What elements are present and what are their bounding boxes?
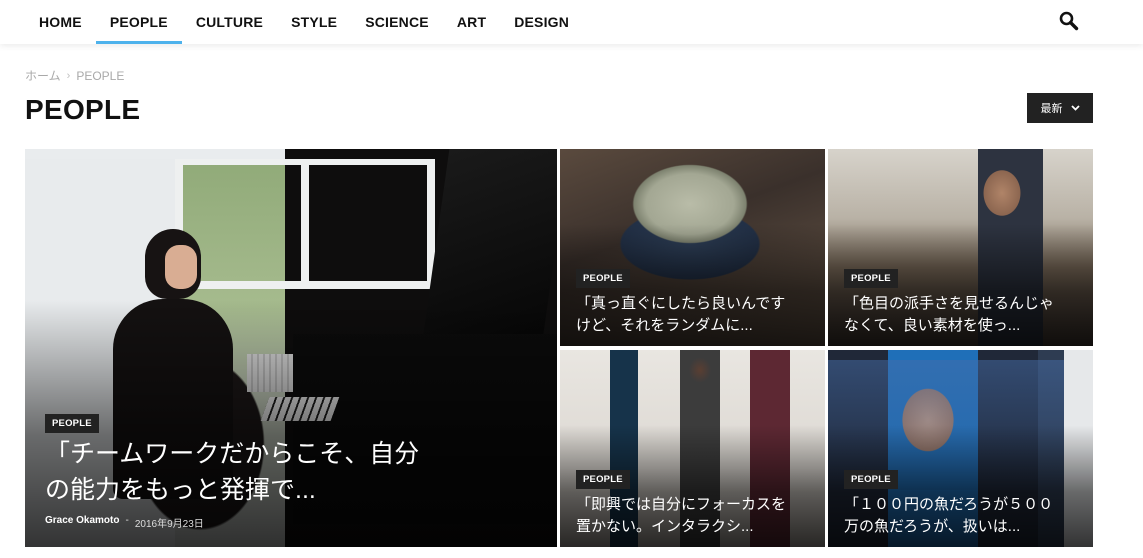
title-line-2: 置かない。インタラクシ... bbox=[576, 517, 754, 535]
sort-label: 最新 bbox=[1040, 103, 1063, 115]
article-title[interactable]: 「１００円の魚だろうが５００ 万の魚だろうが、扱いは... bbox=[844, 494, 1084, 538]
featured-title-line-2: の能力をもっと発揮で... bbox=[45, 476, 316, 505]
article-title[interactable]: 「色目の派手さを見せるんじゃ なくて、良い素材を使っ... bbox=[844, 293, 1084, 337]
featured-title-line-1: 「チームワークだからこそ、自分 bbox=[45, 440, 420, 468]
article-tile[interactable]: PEOPLE 「色目の派手さを見せるんじゃ なくて、良い素材を使っ... bbox=[828, 149, 1093, 346]
featured-article[interactable]: PEOPLE 「チームワークだからこそ、自分 の能力をもっと発揮で... Gra… bbox=[25, 149, 557, 547]
nav-menu: HOME PEOPLE CULTURE STYLE SCIENCE ART DE… bbox=[25, 0, 583, 44]
title-line-2: なくて、良い素材を使っ... bbox=[844, 316, 1021, 334]
publish-date: 2016年9月23日 bbox=[134, 519, 204, 530]
author-name[interactable]: Grace Okamoto bbox=[45, 515, 119, 530]
nav-item-style[interactable]: STYLE bbox=[277, 0, 351, 44]
chevron-right-icon: › bbox=[66, 69, 71, 82]
search-button[interactable] bbox=[1057, 9, 1081, 33]
page-title: PEOPLE bbox=[25, 94, 141, 125]
top-navigation: HOME PEOPLE CULTURE STYLE SCIENCE ART DE… bbox=[0, 0, 1143, 44]
breadcrumb: ホーム › PEOPLE bbox=[25, 67, 124, 84]
search-icon bbox=[1059, 11, 1079, 31]
window-frame bbox=[175, 159, 435, 289]
nav-item-design[interactable]: DESIGN bbox=[500, 0, 583, 44]
nav-item-art[interactable]: ART bbox=[443, 0, 500, 44]
meta-separator: - bbox=[125, 515, 129, 526]
pianist-face bbox=[165, 245, 197, 289]
article-tile[interactable]: PEOPLE 「真っ直ぐにしたら良いんです けど、それをランダムに... bbox=[560, 149, 825, 346]
title-line-1: 「真っ直ぐにしたら良いんです bbox=[576, 295, 786, 312]
nav-item-people[interactable]: PEOPLE bbox=[95, 0, 182, 44]
article-meta: Grace Okamoto - 2016年9月23日 bbox=[45, 515, 204, 530]
sort-dropdown[interactable]: 最新 bbox=[1027, 93, 1093, 123]
featured-article-title[interactable]: 「チームワークだからこそ、自分 の能力をもっと発揮で... bbox=[45, 436, 545, 509]
category-badge[interactable]: PEOPLE bbox=[45, 414, 99, 433]
category-badge[interactable]: PEOPLE bbox=[844, 269, 898, 288]
article-tile[interactable]: PEOPLE 「即興では自分にフォーカスを 置かない。インタラクシ... bbox=[560, 350, 825, 547]
breadcrumb-current: PEOPLE bbox=[76, 68, 125, 83]
title-line-1: 「１００円の魚だろうが５００ bbox=[844, 496, 1054, 513]
title-line-2: けど、それをランダムに... bbox=[576, 316, 753, 334]
nav-item-culture[interactable]: CULTURE bbox=[182, 0, 277, 44]
title-line-2: 万の魚だろうが、扱いは... bbox=[844, 517, 1021, 535]
chevron-down-icon bbox=[1070, 105, 1080, 111]
category-badge[interactable]: PEOPLE bbox=[576, 269, 630, 288]
article-tile[interactable]: PEOPLE 「１００円の魚だろうが５００ 万の魚だろうが、扱いは... bbox=[828, 350, 1093, 547]
image-overlay bbox=[25, 300, 557, 547]
nav-item-home[interactable]: HOME bbox=[25, 0, 96, 44]
article-title[interactable]: 「真っ直ぐにしたら良いんです けど、それをランダムに... bbox=[576, 293, 816, 337]
title-line-1: 「即興では自分にフォーカスを bbox=[576, 496, 787, 513]
article-title[interactable]: 「即興では自分にフォーカスを 置かない。インタラクシ... bbox=[576, 494, 816, 538]
category-badge[interactable]: PEOPLE bbox=[844, 470, 898, 489]
nav-item-science[interactable]: SCIENCE bbox=[351, 0, 443, 44]
title-line-1: 「色目の派手さを見せるんじゃ bbox=[844, 295, 1055, 312]
category-badge[interactable]: PEOPLE bbox=[576, 470, 630, 489]
breadcrumb-home[interactable]: ホーム bbox=[25, 67, 61, 84]
